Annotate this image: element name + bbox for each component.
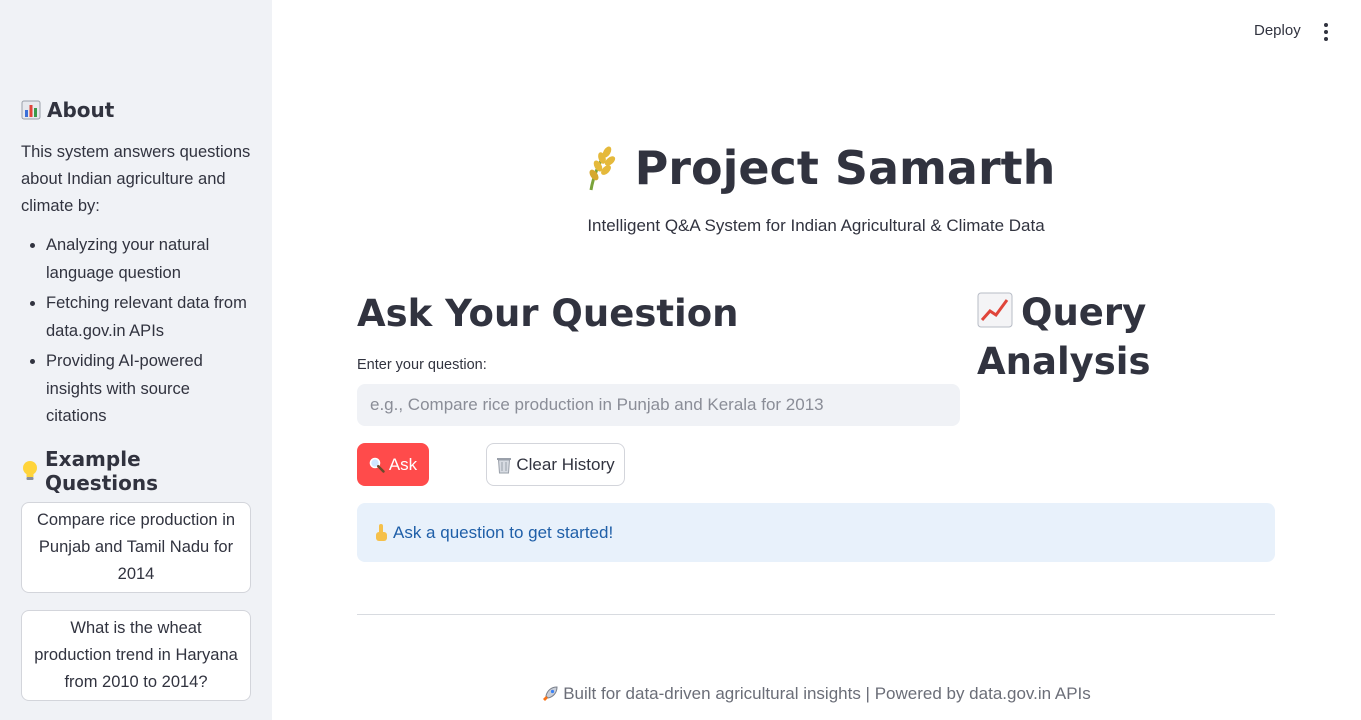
bar-chart-icon xyxy=(21,100,41,120)
question-label: Enter your question: xyxy=(357,357,487,373)
rocket-icon xyxy=(541,685,559,703)
sidebar: About This system answers questions abou… xyxy=(0,0,272,720)
sidebar-content: About This system answers questions abou… xyxy=(21,96,253,701)
page-title: Project Samarth xyxy=(357,136,1275,200)
light-bulb-icon xyxy=(21,460,39,482)
deploy-button[interactable]: Deploy xyxy=(1246,19,1309,43)
examples-heading-text: Example Questions xyxy=(45,446,159,495)
trend-chart-icon xyxy=(977,292,1013,339)
about-heading: About xyxy=(21,96,253,124)
menu-dot xyxy=(1324,37,1328,41)
ask-button[interactable]: Ask xyxy=(357,443,429,486)
footer: Built for data-driven agricultural insig… xyxy=(357,684,1275,704)
footer-text: Built for data-driven agricultural insig… xyxy=(563,684,1091,703)
ask-button-label: Ask xyxy=(388,454,418,474)
rice-stalk-icon xyxy=(577,144,623,192)
query-analysis-heading: Query Analysis xyxy=(977,290,1177,385)
question-input[interactable] xyxy=(357,384,960,426)
menu-dot xyxy=(1324,23,1328,27)
magnifier-icon xyxy=(369,457,385,473)
pointing-hand-icon xyxy=(373,523,389,543)
vertical-dots-icon[interactable] xyxy=(1316,20,1336,44)
examples-heading: Example Questions xyxy=(21,447,253,495)
about-heading-text: About xyxy=(47,98,115,122)
example-question-button[interactable]: What is the wheat production trend in Ha… xyxy=(21,609,251,701)
app-root: About This system answers questions abou… xyxy=(0,0,1361,720)
about-bullet: Analyzing your natural language question xyxy=(46,232,253,287)
page-title-text: Project Samarth xyxy=(634,141,1056,195)
info-alert: Ask a question to get started! xyxy=(357,503,1275,562)
wastebasket-icon xyxy=(496,456,512,474)
example-question-button[interactable]: Compare rice production in Punjab and Ta… xyxy=(21,501,251,593)
divider xyxy=(357,614,1275,615)
menu-dot xyxy=(1324,30,1328,34)
clear-history-button[interactable]: Clear History xyxy=(486,443,625,486)
page-subtitle: Intelligent Q&A System for Indian Agricu… xyxy=(587,216,1045,235)
about-text: This system answers questions about Indi… xyxy=(21,143,251,215)
ask-heading: Ask Your Question xyxy=(357,292,739,335)
clear-history-label: Clear History xyxy=(516,454,615,474)
about-bullet-list: Analyzing your natural language question… xyxy=(21,232,253,431)
about-bullet: Fetching relevant data from data.gov.in … xyxy=(46,290,253,345)
about-bullet: Providing AI-powered insights with sourc… xyxy=(46,348,253,431)
info-alert-text: Ask a question to get started! xyxy=(393,522,614,542)
